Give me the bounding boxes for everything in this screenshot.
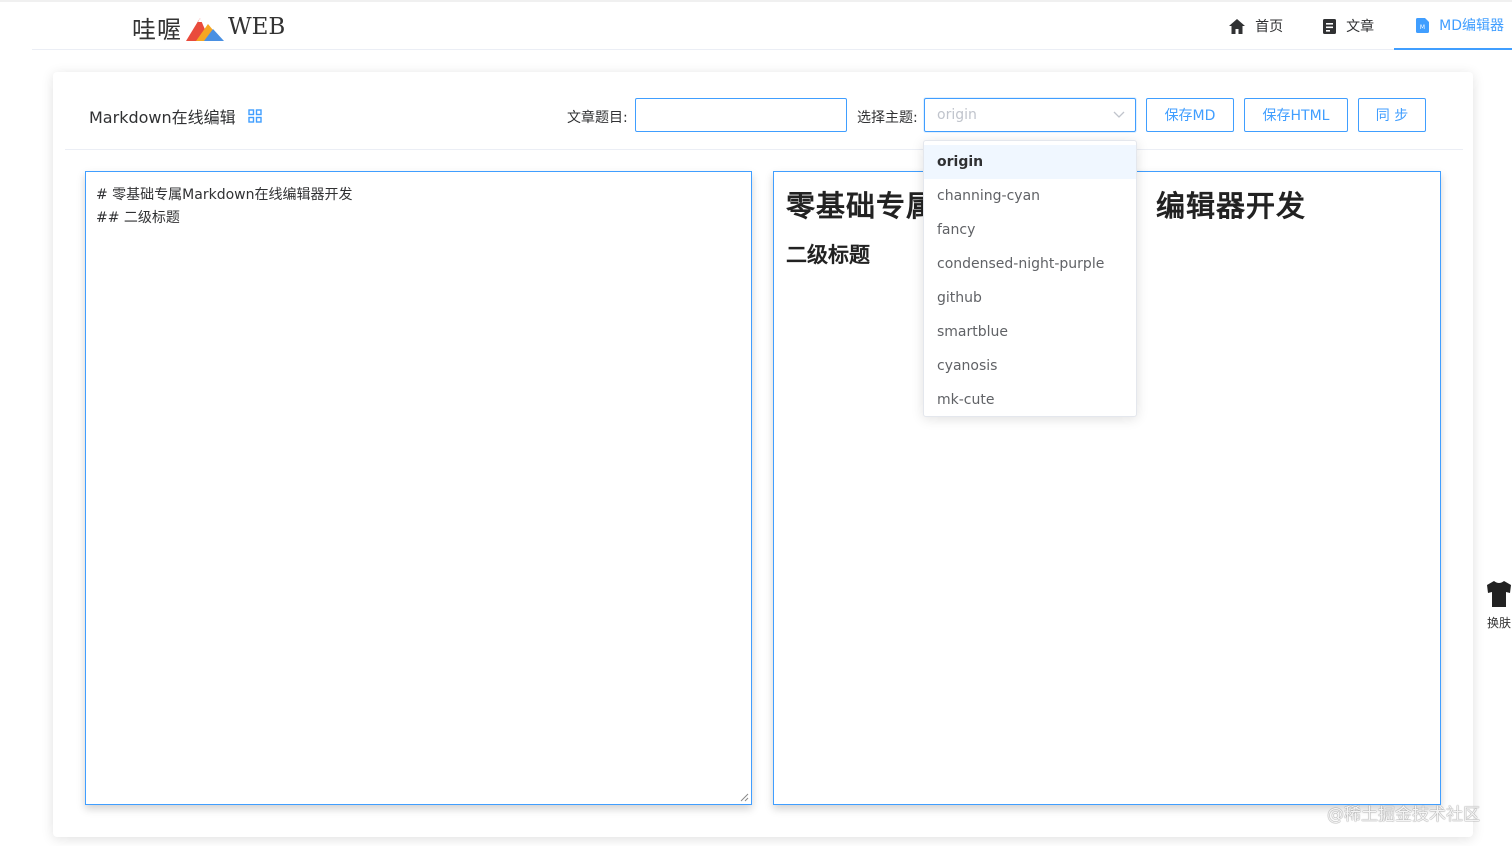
article-title-input[interactable] xyxy=(635,98,847,132)
nav-item-md-editor[interactable]: M MD编辑器 xyxy=(1394,2,1512,50)
card-title-text: Markdown在线编辑 xyxy=(89,108,236,127)
theme-option[interactable]: origin xyxy=(924,145,1136,179)
save-md-button[interactable]: 保存MD xyxy=(1146,98,1234,132)
skin-switcher[interactable]: 换肤 xyxy=(1484,580,1512,631)
resize-grip-icon[interactable] xyxy=(740,793,749,802)
markdown-file-icon: M xyxy=(1416,17,1430,33)
sync-button[interactable]: 同 步 xyxy=(1358,98,1426,132)
save-html-button[interactable]: 保存HTML xyxy=(1244,98,1348,132)
nav-label-md-editor: MD编辑器 xyxy=(1439,18,1504,34)
chevron-down-icon xyxy=(1113,111,1125,118)
theme-option[interactable]: condensed-night-purple xyxy=(924,247,1136,281)
site-logo[interactable]: 哇喔 WEB xyxy=(132,8,285,46)
skin-label: 换肤 xyxy=(1486,616,1511,630)
home-icon xyxy=(1229,18,1246,34)
nav-label-home: 首页 xyxy=(1255,19,1284,35)
theme-option[interactable]: cyanosis xyxy=(924,349,1136,383)
svg-text:M: M xyxy=(1420,24,1425,31)
logo-text-cn: 哇喔 xyxy=(132,15,182,44)
theme-option[interactable]: smartblue xyxy=(924,315,1136,349)
theme-option[interactable]: fancy xyxy=(924,213,1136,247)
nav-item-articles[interactable]: 文章 xyxy=(1303,2,1394,50)
editor-line: ## 二级标题 xyxy=(96,210,180,226)
preview-h1-right: 编辑器开发 xyxy=(1156,189,1307,223)
theme-select-placeholder: origin xyxy=(937,107,977,123)
theme-select[interactable]: origin xyxy=(924,98,1136,132)
card-title: Markdown在线编辑 xyxy=(89,104,262,128)
card-header: Markdown在线编辑 文章题目: 选择主题: origin 保存MD 保存H… xyxy=(65,72,1463,150)
watermark: @稀土掘金技术社区 xyxy=(1327,805,1480,825)
nav-label-articles: 文章 xyxy=(1346,19,1375,35)
theme-label: 选择主题: xyxy=(857,110,918,126)
article-title-label: 文章题目: xyxy=(567,110,628,126)
markdown-editor-textarea[interactable]: # 零基础专属Markdown在线编辑器开发 ## 二级标题 xyxy=(85,171,752,805)
document-icon xyxy=(1323,18,1337,34)
main-nav: 首页 文章 M MD编辑器 xyxy=(1209,2,1512,50)
nav-item-home[interactable]: 首页 xyxy=(1209,2,1303,50)
theme-option[interactable]: mk-cute xyxy=(924,383,1136,417)
theme-option[interactable]: github xyxy=(924,281,1136,315)
logo-text-web: WEB xyxy=(228,14,286,40)
theme-dropdown: origin channing-cyan fancy condensed-nig… xyxy=(923,140,1137,417)
preview-h1-left: 零基础专属 xyxy=(786,189,937,223)
theme-option[interactable]: channing-cyan xyxy=(924,179,1136,213)
editor-card: Markdown在线编辑 文章题目: 选择主题: origin 保存MD 保存H… xyxy=(53,72,1473,837)
tshirt-icon xyxy=(1487,581,1511,607)
editor-line: # 零基础专属Markdown在线编辑器开发 xyxy=(96,187,353,203)
mountain-logo-icon xyxy=(186,18,224,41)
top-navigation: 哇喔 WEB 首页 文章 M MD编辑器 xyxy=(32,2,1512,50)
fullscreen-icon[interactable] xyxy=(247,109,262,123)
